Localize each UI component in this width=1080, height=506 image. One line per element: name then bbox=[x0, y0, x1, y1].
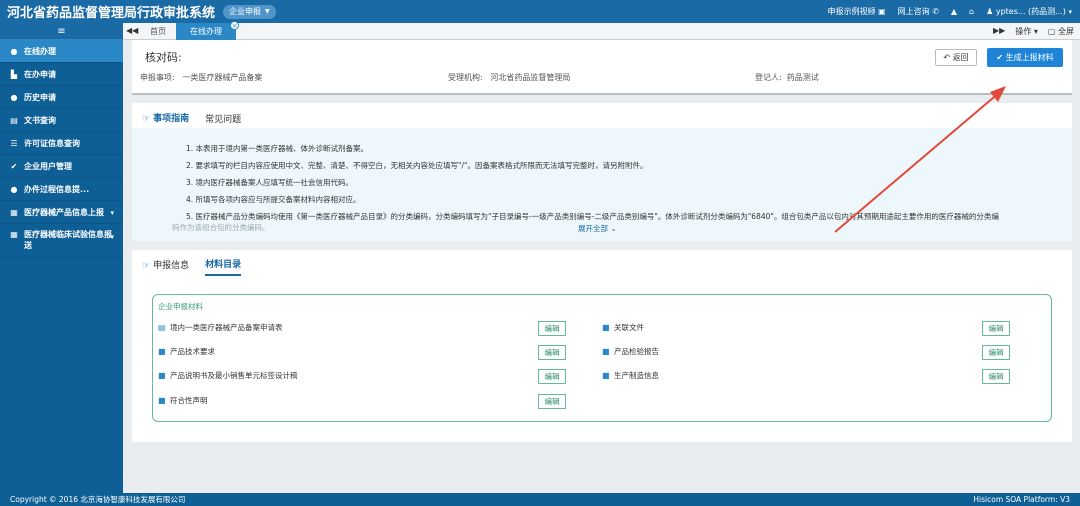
guide-line: 3. 境内医疗器械备案人应填写统一社会信用代码。 bbox=[186, 178, 354, 187]
hand-pointer-icon: ☞ bbox=[142, 261, 151, 271]
materials-panel: ☞ 申报信息 材料目录 企业申报材料 ▤ 境内一类医疗器械产品备案申请表 编辑 ■ 产… bbox=[132, 250, 1072, 442]
top-right-links: 申报示例视频 ▣ 网上咨询 ✆ ▲ ⌂ ♟ yptes... (药品测...) … bbox=[828, 0, 1072, 23]
guide-content: 1. 本表用于境内第一类医疗器械、体外诊断试剂备案。 2. 要求填写的栏目内容应… bbox=[132, 128, 1072, 241]
tab-bar: ◀◀ 首页 在线办理 × ▶▶ 操作 ▾ ▢ 全屏 bbox=[123, 21, 1080, 40]
enterprise-materials-box: 企业申报材料 ▤ 境内一类医疗器械产品备案申请表 编辑 ■ 产品技术要求 编辑 ■ 产… bbox=[152, 294, 1052, 422]
materials-legend: 企业申报材料 bbox=[158, 302, 203, 311]
materials-tabs: ☞ 申报信息 材料目录 bbox=[142, 257, 242, 276]
sidebar-item-process-info[interactable]: ● 办件过程信息提... bbox=[0, 178, 123, 201]
chevron-down-icon: ▼ bbox=[265, 8, 270, 15]
edit-button[interactable]: 编辑 bbox=[982, 321, 1010, 336]
folder-icon: ■ bbox=[158, 371, 166, 380]
user-menu[interactable]: ♟ yptes... (药品测...) ▾ bbox=[986, 6, 1072, 17]
bell-icon: ● bbox=[10, 46, 18, 56]
verify-code-label: 核对码: bbox=[145, 51, 182, 64]
folder-icon: ■ bbox=[158, 396, 166, 405]
folder-icon: ■ bbox=[602, 371, 610, 380]
sidebar-item-online[interactable]: ● 在线办理 bbox=[0, 40, 123, 63]
material-item[interactable]: ■ 产品检验报告 bbox=[602, 346, 659, 357]
footer: Copyright © 2016 北京海协智康科技发展有限公司 Hisicom … bbox=[0, 493, 1080, 506]
home-icon[interactable]: ⌂ bbox=[969, 7, 974, 16]
document-icon: ▤ bbox=[10, 115, 18, 125]
grid-icon: ▦ bbox=[10, 230, 18, 239]
caret-down-icon: ▾ bbox=[1068, 8, 1072, 16]
tab-scroll-left-icon[interactable]: ◀◀ bbox=[126, 26, 138, 35]
copyright: Copyright © 2016 北京海协智康科技发展有限公司 bbox=[10, 495, 186, 504]
reply-icon: ↶ bbox=[943, 53, 951, 62]
fullscreen-button[interactable]: ▢ 全屏 bbox=[1048, 26, 1074, 37]
chat-icon: ● bbox=[10, 92, 18, 102]
material-item[interactable]: ■ 关联文件 bbox=[602, 322, 644, 333]
folder-icon: ■ bbox=[602, 323, 610, 332]
guide-line: 5. 医疗器械产品分类编码均使用《第一类医疗器械产品目录》的分类编码，分类编码填… bbox=[186, 212, 999, 221]
check-circle-icon: ✔ bbox=[10, 161, 18, 171]
sidebar-item-history[interactable]: ● 历史申请 bbox=[0, 86, 123, 109]
material-item[interactable]: ■ 产品技术要求 bbox=[158, 346, 215, 357]
video-icon: ▣ bbox=[878, 7, 886, 16]
tab-material-catalog[interactable]: 材料目录 bbox=[205, 257, 242, 276]
demo-video-link[interactable]: 申报示例视频 ▣ bbox=[828, 6, 886, 17]
edit-button[interactable]: 编辑 bbox=[538, 345, 566, 360]
tab-scroll-right-icon[interactable]: ▶▶ bbox=[993, 26, 1005, 37]
platform-version: Hisicom SOA Platform: V3 bbox=[973, 495, 1070, 504]
close-icon[interactable]: × bbox=[230, 21, 239, 30]
phone-icon: ✆ bbox=[932, 7, 939, 16]
record-header: 核对码: 申报事项: 一类医疗器械产品备案 受理机构: 河北省药品监督管理局 登… bbox=[132, 40, 1072, 95]
edit-button[interactable]: 编辑 bbox=[538, 394, 566, 409]
back-button[interactable]: ↶ 返回 bbox=[935, 49, 977, 66]
guide-line-faded: 码作为该组合包的分类编码。 bbox=[172, 223, 270, 232]
guide-panel: ☞ 事项指南 常见问题 1. 本表用于境内第一类医疗器械、体外诊断试剂备案。 2.… bbox=[132, 103, 1072, 241]
folder-icon: ■ bbox=[158, 347, 166, 356]
top-bar: 河北省药品监督管理局行政审批系统 企业申报 ▼ 申报示例视频 ▣ 网上咨询 ✆ … bbox=[0, 0, 1080, 23]
sidebar-item-license-query[interactable]: ☰ 许可证信息查询 bbox=[0, 132, 123, 155]
generate-report-button[interactable]: ✔ 生成上报材料 bbox=[987, 48, 1063, 67]
declared-item: 申报事项: 一类医疗器械产品备案 bbox=[140, 73, 263, 82]
accepting-org: 受理机构: 河北省药品监督管理局 bbox=[448, 73, 571, 82]
sidebar-item-in-progress[interactable]: ▙ 在办申请 bbox=[0, 63, 123, 86]
system-title: 河北省药品监督管理局行政审批系统 bbox=[7, 6, 216, 21]
registrant: 登记人: 药品测试 bbox=[755, 73, 819, 82]
chevron-down-icon: ▾ bbox=[110, 209, 114, 217]
material-item[interactable]: ▤ 境内一类医疗器械产品备案申请表 bbox=[158, 322, 283, 333]
folder-icon: ■ bbox=[602, 347, 610, 356]
material-item[interactable]: ■ 产品说明书及最小销售单元标签设计稿 bbox=[158, 370, 298, 381]
file-icon: ▤ bbox=[158, 323, 166, 332]
list-icon: ☰ bbox=[10, 138, 18, 148]
bell-icon: ● bbox=[10, 184, 18, 194]
chevron-down-icon: ▾ bbox=[110, 233, 114, 241]
tab-declare-info[interactable]: ☞ 申报信息 bbox=[142, 258, 189, 275]
fullscreen-icon: ▢ bbox=[1047, 27, 1056, 36]
hand-pointer-icon: ☞ bbox=[142, 114, 151, 124]
guide-line: 2. 要求填写的栏目内容应使用中文、完整、清楚、不得空白，无相关内容处应填写"/… bbox=[186, 161, 648, 170]
user-icon: ♟ bbox=[986, 7, 994, 16]
guide-line: 4. 所填写各项内容应与所提交备案材料内容相对应。 bbox=[186, 195, 361, 204]
sidebar: ≡ ● 在线办理 ▙ 在办申请 ● 历史申请 ▤ 文书查询 ☰ 许可证信息查询 ✔ 企业用户… bbox=[0, 23, 123, 493]
guide-list: 1. 本表用于境内第一类医疗器械、体外诊断试剂备案。 2. 要求填写的栏目内容应… bbox=[186, 143, 1066, 228]
edit-button[interactable]: 编辑 bbox=[982, 345, 1010, 360]
tab-home[interactable]: 首页 bbox=[150, 26, 166, 37]
guide-line: 1. 本表用于境内第一类医疗器械、体外诊断试剂备案。 bbox=[186, 144, 369, 153]
material-item[interactable]: ■ 符合性声明 bbox=[158, 395, 208, 406]
tab-online[interactable]: 在线办理 × bbox=[176, 21, 239, 40]
check-icon: ✔ bbox=[996, 53, 1004, 62]
expand-all-link[interactable]: 展开全部 ⌄ bbox=[578, 223, 617, 234]
edit-button[interactable]: 编辑 bbox=[538, 369, 566, 384]
edit-button[interactable]: 编辑 bbox=[538, 321, 566, 336]
grid-icon: ▦ bbox=[10, 207, 18, 217]
bar-chart-icon: ▙ bbox=[10, 69, 18, 79]
edit-button[interactable]: 编辑 bbox=[982, 369, 1010, 384]
online-consult-link[interactable]: 网上咨询 ✆ bbox=[898, 6, 939, 17]
notification-bell-icon[interactable]: ▲ bbox=[951, 7, 957, 16]
material-item[interactable]: ■ 生产制造信息 bbox=[602, 370, 659, 381]
sidebar-item-user-management[interactable]: ✔ 企业用户管理 bbox=[0, 155, 123, 178]
tab-faq[interactable]: 常见问题 bbox=[205, 112, 241, 129]
role-label: 企业申报 bbox=[229, 7, 262, 16]
role-switcher[interactable]: 企业申报 ▼ bbox=[223, 4, 276, 19]
sidebar-item-documents[interactable]: ▤ 文书查询 bbox=[0, 109, 123, 132]
sidebar-toggle-icon[interactable]: ≡ bbox=[0, 23, 123, 40]
tab-tools: ▶▶ 操作 ▾ ▢ 全屏 bbox=[993, 26, 1074, 37]
sidebar-item-clinical-report[interactable]: ▦ 医疗器械临床试验信息报送 ▾ bbox=[0, 224, 123, 258]
operations-menu[interactable]: 操作 ▾ bbox=[1015, 26, 1038, 37]
sidebar-item-device-report[interactable]: ▦ 医疗器械产品信息上报 ▾ bbox=[0, 201, 123, 224]
